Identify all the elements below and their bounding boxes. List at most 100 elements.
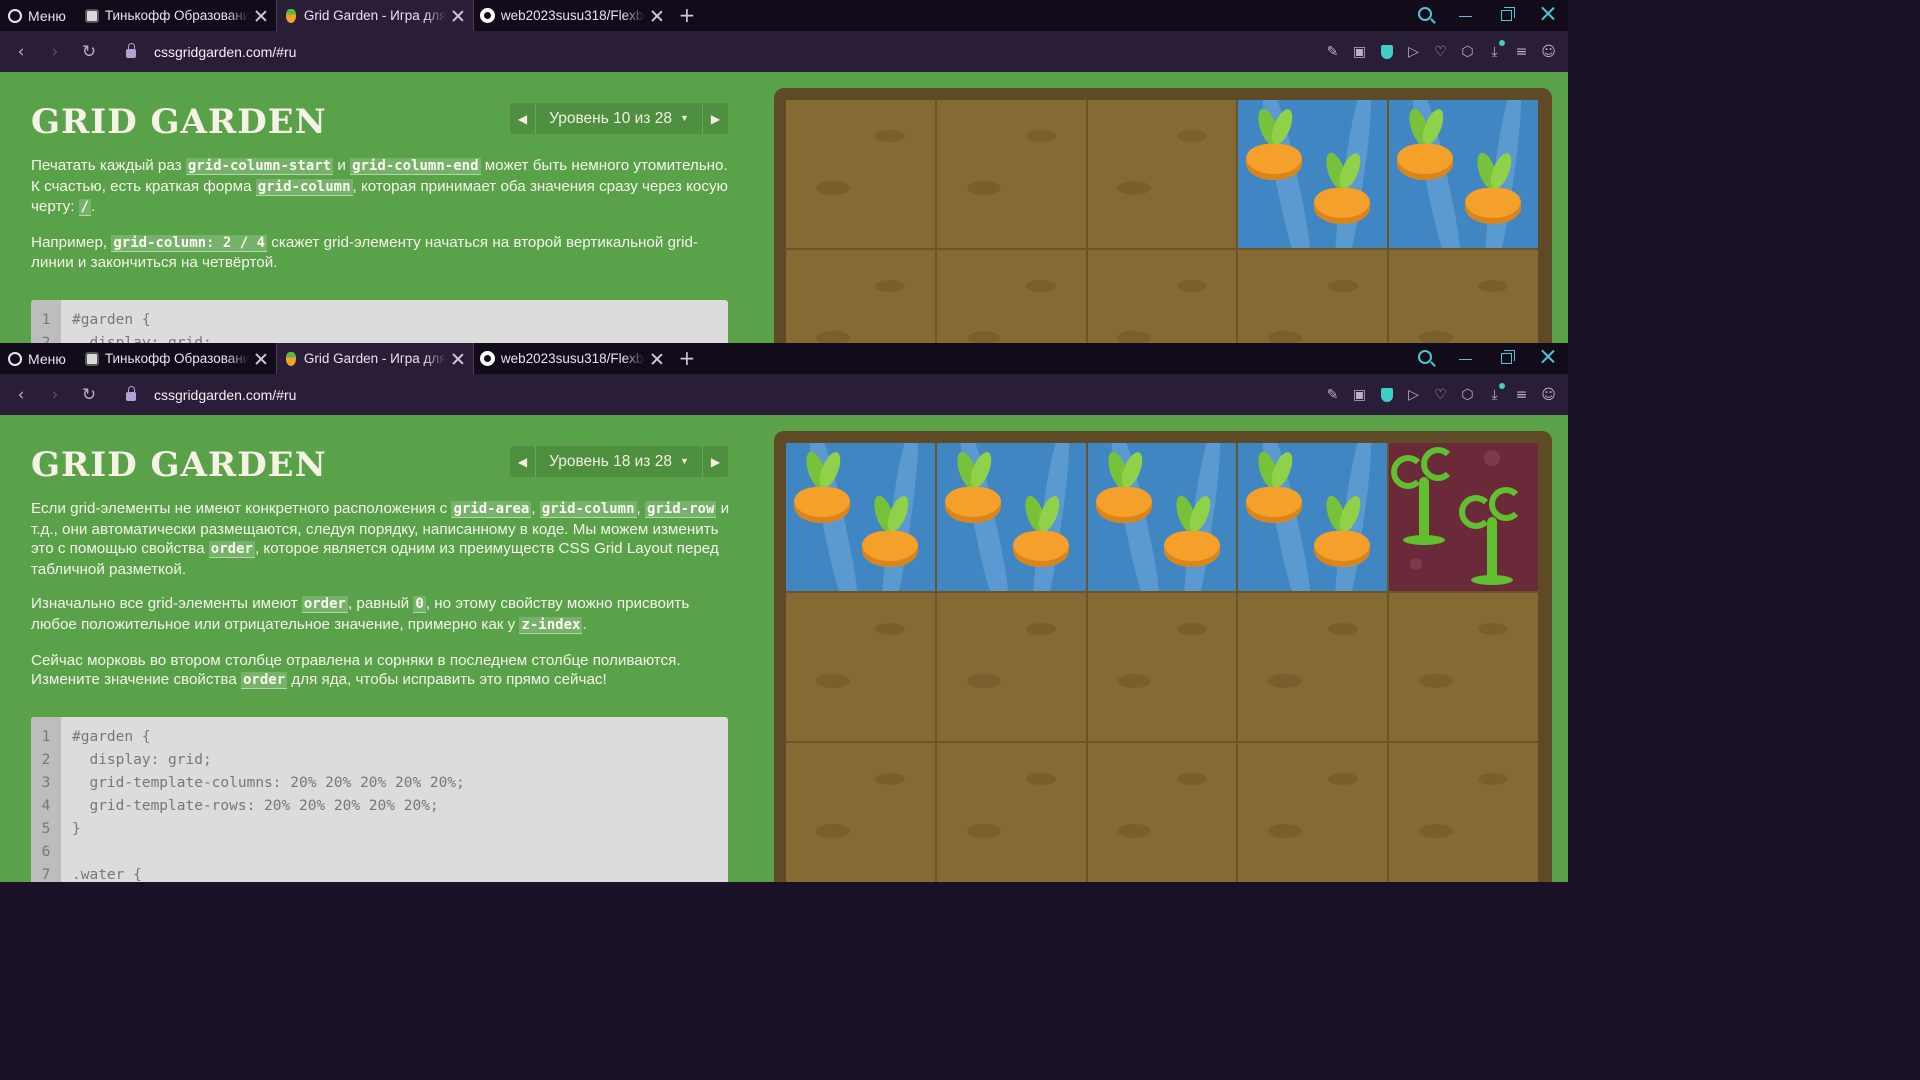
soil-cell xyxy=(1389,250,1538,343)
address-bar: ‹ › ↻ cssgridgarden.com/#ru ✎ ▣ ▷ ♡ ⬡ ⤓ … xyxy=(0,31,1568,72)
profile-icon[interactable]: ☺ xyxy=(1535,385,1562,405)
heart-icon[interactable]: ♡ xyxy=(1427,385,1454,405)
previous-level-button[interactable]: ◀ xyxy=(510,446,536,477)
carrot-favicon-icon xyxy=(283,351,299,367)
tab-grid-garden[interactable]: Grid Garden - Игра для изучения xyxy=(275,0,474,31)
line-number: 2 xyxy=(41,335,51,343)
vpn-shield-icon[interactable] xyxy=(1373,42,1400,62)
page-content: GRID GARDEN ◀ Уровень 18 из 28 ▼ ▶ Если grid-… xyxy=(0,415,1568,882)
new-tab-button[interactable]: + xyxy=(672,343,702,374)
tab-close-icon[interactable] xyxy=(650,352,664,366)
camera-icon[interactable]: ▣ xyxy=(1346,385,1373,405)
tab-title: Тинькофф Образование xyxy=(104,351,249,366)
tab-close-icon[interactable] xyxy=(650,9,664,23)
level-label: Уровень 18 из 28 xyxy=(549,452,672,470)
download-icon[interactable]: ⤓ xyxy=(1481,382,1508,405)
tab-grid-garden[interactable]: Grid Garden - Игра для изучения xyxy=(275,343,474,374)
instruction-text: Изначально все grid-элементы имеют xyxy=(31,595,302,613)
tab-bar: Меню Тинькофф Образование Grid Garden - … xyxy=(0,343,1568,374)
soil-cell xyxy=(1087,100,1237,248)
tab-title: Тинькофф Образование xyxy=(104,8,249,23)
profile-icon[interactable]: ☺ xyxy=(1535,42,1562,62)
line-number: 1 xyxy=(41,729,51,745)
water-cell xyxy=(1238,100,1388,248)
url-field[interactable]: cssgridgarden.com/#ru xyxy=(154,44,296,60)
lock-icon[interactable] xyxy=(126,386,136,401)
search-icon xyxy=(1417,7,1432,21)
edit-icon[interactable]: ✎ xyxy=(1319,385,1346,405)
tab-search-button[interactable] xyxy=(1404,349,1445,368)
reload-button[interactable]: ↻ xyxy=(72,385,106,405)
github-favicon-icon xyxy=(480,8,496,24)
carrot-icon xyxy=(1163,493,1220,575)
page-content: GRID GARDEN ◀ Уровень 10 из 28 ▼ ▶ Печатать к… xyxy=(0,72,1568,343)
soil-cell xyxy=(936,743,1086,882)
send-icon[interactable]: ▷ xyxy=(1400,42,1427,62)
previous-level-button[interactable]: ◀ xyxy=(510,103,536,134)
extensions-cube-icon[interactable]: ⬡ xyxy=(1454,42,1481,62)
css-code-editor[interactable]: 1 #garden {2 display: grid; xyxy=(31,300,728,343)
vpn-shield-icon[interactable] xyxy=(1373,385,1400,405)
tab-close-icon[interactable] xyxy=(451,352,465,366)
back-button[interactable]: ‹ xyxy=(4,385,38,405)
settings-sliders-icon[interactable]: ≡ xyxy=(1508,42,1535,62)
forward-button[interactable]: › xyxy=(38,42,72,62)
settings-sliders-icon[interactable]: ≡ xyxy=(1508,385,1535,405)
tab-close-icon[interactable] xyxy=(451,9,465,23)
minimize-button[interactable] xyxy=(1445,349,1486,368)
minimize-icon xyxy=(1459,15,1472,18)
opera-logo-icon xyxy=(8,351,22,366)
download-icon[interactable]: ⤓ xyxy=(1481,39,1508,62)
inline-code: z-index xyxy=(519,616,583,634)
tab-close-icon[interactable] xyxy=(254,352,268,366)
opera-menu-button[interactable]: Меню xyxy=(0,0,78,31)
tab-github[interactable]: web2023susu318/Flexbox and Grid xyxy=(474,343,672,374)
url-field[interactable]: cssgridgarden.com/#ru xyxy=(154,387,296,403)
reload-button[interactable]: ↻ xyxy=(72,42,106,62)
instruction-text: , xyxy=(636,500,645,517)
maximize-button[interactable] xyxy=(1486,6,1527,25)
level-selector[interactable]: ◀ Уровень 18 из 28 ▼ ▶ xyxy=(510,446,728,477)
forward-button[interactable]: › xyxy=(38,385,72,405)
level-indicator[interactable]: Уровень 18 из 28 ▼ xyxy=(536,453,702,471)
tab-title: Grid Garden - Игра для изучения xyxy=(303,351,446,366)
instruction-text: и xyxy=(333,157,351,174)
tab-close-icon[interactable] xyxy=(254,9,268,23)
back-button[interactable]: ‹ xyxy=(4,42,38,62)
level-selector[interactable]: ◀ Уровень 10 из 28 ▼ ▶ xyxy=(510,103,728,134)
heart-icon[interactable]: ♡ xyxy=(1427,42,1454,62)
minimize-button[interactable] xyxy=(1445,6,1486,25)
inline-code: order xyxy=(301,596,348,614)
tab-search-button[interactable] xyxy=(1404,6,1445,25)
level-label: Уровень 10 из 28 xyxy=(549,109,672,127)
tab-github[interactable]: web2023susu318/Flexbox and Grid xyxy=(474,0,672,31)
soil-cell xyxy=(786,593,935,741)
tab-tinkoff[interactable]: Тинькофф Образование xyxy=(78,343,276,374)
water-cell xyxy=(1087,443,1237,591)
next-level-button[interactable]: ▶ xyxy=(702,103,728,134)
extensions-cube-icon[interactable]: ⬡ xyxy=(1454,385,1481,405)
close-window-button[interactable] xyxy=(1527,6,1568,25)
tab-title: web2023susu318/Flexbox and Grid xyxy=(500,351,645,366)
instruction-paragraph: Если grid-элементы не имеют конкретного … xyxy=(31,499,731,579)
window-controls xyxy=(1404,343,1568,374)
css-code-editor[interactable]: 1 #garden {2 display: grid; 3 grid-templat… xyxy=(31,717,728,882)
edit-icon[interactable]: ✎ xyxy=(1319,42,1346,62)
lock-icon[interactable] xyxy=(126,43,136,58)
instructions: Печатать каждый раз grid-column-start и … xyxy=(31,156,731,288)
window-controls xyxy=(1404,0,1568,31)
camera-icon[interactable]: ▣ xyxy=(1346,42,1373,62)
new-tab-button[interactable]: + xyxy=(672,0,702,31)
opera-menu-button[interactable]: Меню xyxy=(0,343,78,374)
instruction-paragraph: Например, grid-column: 2 / 4 скажет grid… xyxy=(31,233,731,273)
close-window-button[interactable] xyxy=(1527,349,1568,368)
level-indicator[interactable]: Уровень 10 из 28 ▼ xyxy=(536,110,702,128)
maximize-button[interactable] xyxy=(1486,349,1527,368)
inline-code: grid-area xyxy=(451,501,532,518)
menu-label: Меню xyxy=(28,7,66,24)
minimize-icon xyxy=(1459,358,1472,361)
code-line: 2 display: grid; xyxy=(31,749,728,772)
next-level-button[interactable]: ▶ xyxy=(702,446,728,477)
tab-tinkoff[interactable]: Тинькофф Образование xyxy=(78,0,276,31)
send-icon[interactable]: ▷ xyxy=(1400,385,1427,405)
